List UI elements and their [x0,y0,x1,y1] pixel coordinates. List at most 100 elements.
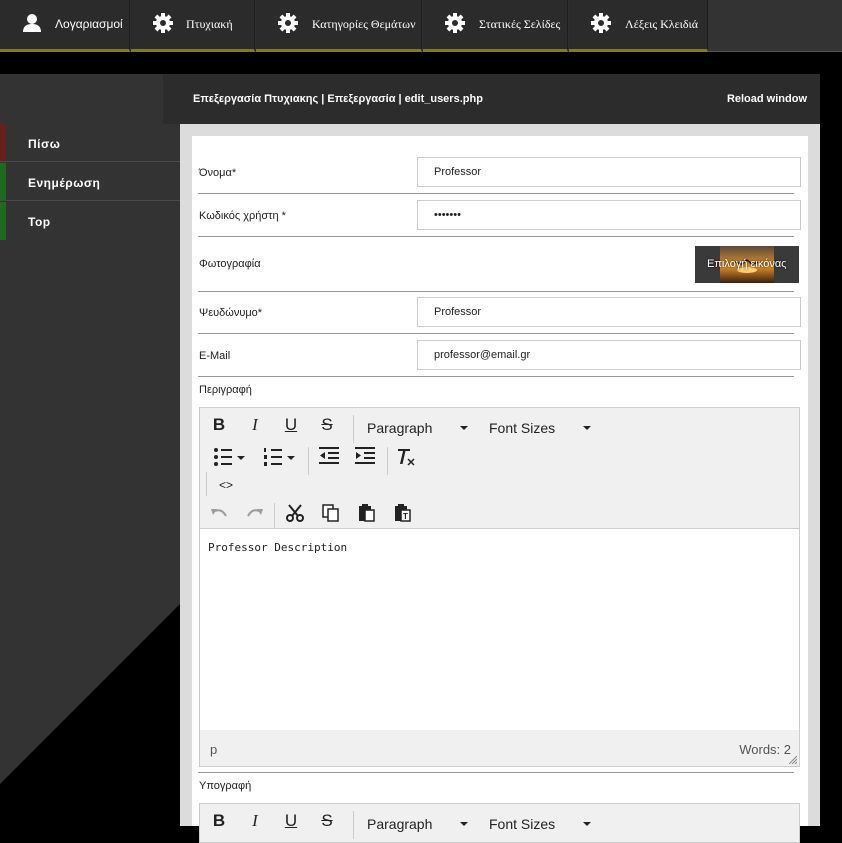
description-content-area[interactable]: Professor Description [200,528,799,730]
chevron-down-icon [460,426,468,430]
signature-editor: B I U S Paragraph Font Sizes [199,803,800,843]
email-input[interactable] [417,340,801,370]
password-row: Κωδικός χρήστη * [198,194,801,237]
underline-button[interactable]: U [277,807,305,835]
copy-icon [322,504,339,522]
svg-text:T: T [403,512,408,521]
nickname-label: Ψευδώνυμο* [199,307,263,319]
gear-icon [591,13,611,33]
tab-topic-categories[interactable]: Κατηγορίες Θεμάτων [256,0,422,52]
strikethrough-button[interactable]: S [313,807,341,835]
tab-thesis-label: Πτυχιακή [186,17,233,31]
source-code-button[interactable]: <> [212,471,240,499]
element-path[interactable]: p [210,742,217,757]
font-size-select[interactable]: Font Sizes [489,411,594,443]
editor-toolbar-row: T [200,499,799,531]
name-row: Όνομα* [198,154,801,194]
tab-thesis[interactable]: Πτυχιακή [131,0,255,52]
tab-accounts[interactable]: Λογαριασμοί [0,0,130,52]
reload-window-button[interactable]: Reload window [727,93,807,105]
nav-filler [708,0,842,52]
italic-button[interactable]: I [241,411,269,439]
nickname-input[interactable] [417,297,801,327]
gear-icon [153,13,173,33]
tab-keywords-label: Λέξεις Κλειδιά [625,17,699,31]
underline-button[interactable]: U [277,411,305,439]
undo-icon [211,509,227,517]
editor-toolbar-row: B I U S Paragraph Font Sizes [200,411,799,443]
block-format-select[interactable]: Paragraph [367,807,472,839]
gear-icon [278,13,298,33]
sidebar-item-marker [0,163,6,200]
resize-handle-icon[interactable] [789,756,797,764]
editor-statusbar: p Words: 2 [200,730,799,766]
choose-image-button[interactable]: Επιλογή εικόνας [695,246,799,283]
name-label: Όνομα* [199,167,237,179]
name-input[interactable] [417,157,801,187]
window-header: Επεξεργασία Πτυχιακης | Επεξεργασία | ed… [163,74,820,124]
indent-button[interactable] [351,443,379,471]
block-format-select[interactable]: Paragraph [367,411,472,443]
bold-button[interactable]: B [205,411,233,439]
outdent-icon [319,447,339,464]
sidebar-item-marker [0,202,6,240]
tab-topic-categories-label: Κατηγορίες Θεμάτων [312,17,416,31]
clear-formatting-button[interactable] [392,443,420,471]
chevron-down-icon [460,822,468,826]
outdent-button[interactable] [315,443,343,471]
clear-formatting-icon [398,449,415,466]
tab-static-pages-label: Στατικές Σελίδες [479,17,561,31]
description-editor: B I U S Paragraph Font Sizes <> T Profes… [199,407,800,767]
nickname-row: Ψευδώνυμο* [198,292,801,334]
choose-image-label: Επιλογή εικόνας [707,258,787,270]
sidebar-item-marker [0,124,6,161]
bullet-list-icon [214,448,245,466]
top-navigation: Λογαριασμοί Πτυχιακή Κατηγορίες Θεμάτων … [0,0,842,52]
sidebar-item-update[interactable]: Ενημέρωση [0,163,180,201]
block-format-value: Paragraph [367,816,433,832]
tab-static-pages[interactable]: Στατικές Σελίδες [423,0,568,52]
paste-text-icon: T [395,504,411,522]
font-size-value: Font Sizes [489,420,556,436]
clipboard-icon [359,504,375,522]
tab-keywords[interactable]: Λέξεις Κλειδιά [569,0,708,52]
sidebar-item-back[interactable]: Πίσω [0,124,180,162]
editor-toolbar-row [200,443,799,475]
sidebar-item-label: Top [28,215,51,229]
toolbar-separator [206,472,207,496]
italic-button[interactable]: I [241,807,269,835]
editor-toolbar-row: <> [200,471,799,501]
numbered-list-button[interactable] [259,443,299,471]
email-row: E-Mail [198,334,801,377]
toolbar-separator [353,811,354,839]
font-size-select[interactable]: Font Sizes [489,807,594,839]
numbered-list-icon [264,448,295,466]
tab-accounts-label: Λογαριασμοί [55,17,123,31]
bullet-list-button[interactable] [209,443,249,471]
bold-button[interactable]: B [205,807,233,835]
sidebar-item-label: Ενημέρωση [28,176,101,190]
sidebar-item-label: Πίσω [28,137,61,151]
redo-icon [247,509,263,517]
paste-button[interactable] [353,499,381,527]
cut-button[interactable] [281,499,309,527]
description-label: Περιγραφή [199,384,252,396]
strikethrough-button[interactable]: S [313,411,341,439]
chevron-down-icon [583,426,591,430]
paste-as-text-button[interactable]: T [389,499,417,527]
email-label: E-Mail [199,350,231,362]
toolbar-separator [353,415,354,443]
redo-button[interactable] [241,499,269,527]
editor-toolbar-row: B I U S Paragraph Font Sizes [200,807,799,839]
password-input[interactable] [417,200,801,230]
photo-label: Φωτογραφία [199,258,261,270]
chevron-down-icon [583,822,591,826]
password-label: Κωδικός χρήστη * [199,210,286,222]
font-size-value: Font Sizes [489,816,556,832]
block-format-value: Paragraph [367,420,433,436]
window-title: Επεξεργασία Πτυχιακης | Επεξεργασία | ed… [193,93,483,105]
copy-button[interactable] [317,499,345,527]
word-count: Words: 2 [739,742,791,757]
undo-button[interactable] [205,499,233,527]
sidebar-item-top[interactable]: Top [0,202,180,240]
